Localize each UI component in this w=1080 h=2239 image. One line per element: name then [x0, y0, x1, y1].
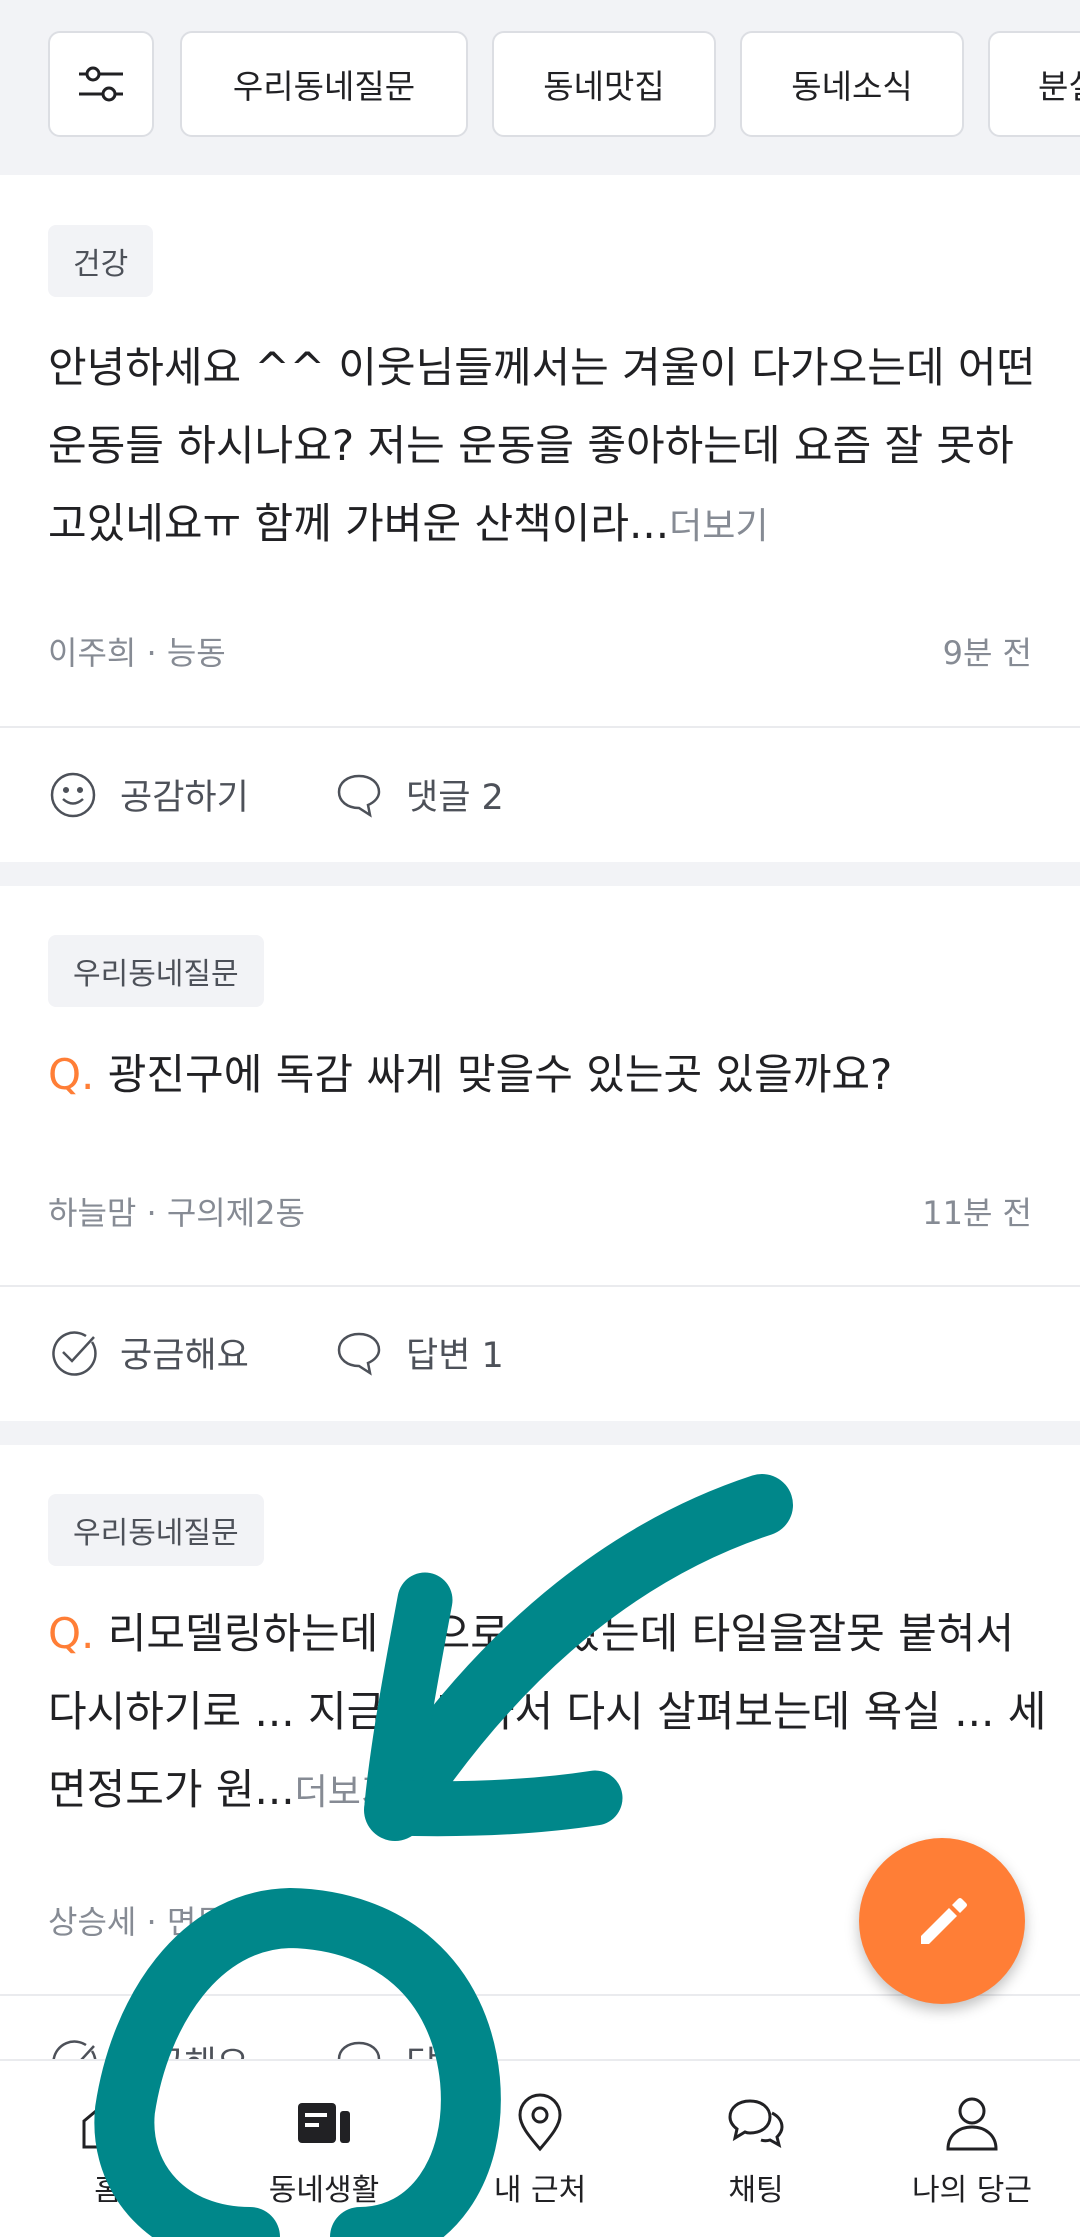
- post-location: 구의제2동: [166, 1194, 305, 1232]
- post-time: 11분 전: [922, 1194, 1032, 1232]
- post-body[interactable]: Q. 광진구에 독감 싸게 맞을수 있는곳 있을까요?: [48, 1036, 1048, 1114]
- post-location: 능동: [166, 634, 226, 672]
- post-card[interactable]: 우리동네질문 Q. 광진구에 독감 싸게 맞을수 있는곳 있을까요? 하늘맘 ·…: [0, 886, 1080, 1421]
- nav-nearby[interactable]: 내 근처: [432, 2061, 648, 2239]
- post-body[interactable]: Q. 리모델링하는데 ...으로 ...봤는데 타일을잘못 붙혀서 다시하기로 …: [48, 1595, 1048, 1832]
- curious-label: 궁금해요: [120, 2036, 249, 2059]
- answer-button[interactable]: 답변: [334, 2036, 470, 2059]
- post-body[interactable]: 안녕하세요 ^^ 이웃님들께서는 겨울이 다가오는데 어떤 운동들 하시나요? …: [48, 329, 1048, 566]
- nav-community[interactable]: 동네생활: [216, 2061, 432, 2239]
- nav-community-label: 동네생활: [268, 2173, 380, 2208]
- profile-icon: [946, 2097, 998, 2151]
- post-body-text: 안녕하세요 ^^ 이웃님들께서는 겨울이 다가오는데 어떤 운동들 하시나요? …: [48, 343, 1036, 548]
- post-meta: 이주희 · 능동: [48, 628, 226, 674]
- nav-chat[interactable]: 채팅: [648, 2061, 864, 2239]
- post-meta: 하늘맘 · 구의제2동: [48, 1188, 305, 1234]
- post-time: 9분 전: [942, 634, 1032, 672]
- sliders-icon: [79, 66, 123, 102]
- filter-chip-local-news[interactable]: 동네소식: [740, 31, 964, 137]
- post-location: 면목동: [166, 1903, 256, 1941]
- check-circle-icon: [52, 1330, 97, 1376]
- post-category-tag: 건강: [48, 225, 154, 297]
- meta-separator: ·: [146, 1194, 157, 1232]
- nav-home[interactable]: 홈: [0, 2061, 216, 2239]
- post-author: 상승세: [48, 1903, 137, 1941]
- filter-chip-lost-found[interactable]: 분실: [988, 31, 1080, 137]
- home-icon: [82, 2099, 134, 2149]
- meta-separator: ·: [146, 1903, 157, 1941]
- post-category-tag: 우리동네질문: [48, 1494, 264, 1566]
- post-body-text: 광진구에 독감 싸게 맞을수 있는곳 있을까요?: [107, 1050, 893, 1099]
- read-more-link[interactable]: 더보기: [669, 506, 768, 547]
- curious-button[interactable]: 궁금해요: [48, 1327, 249, 1378]
- like-button[interactable]: 공감하기: [48, 769, 249, 820]
- location-pin-icon: [518, 2093, 562, 2152]
- card-divider: [0, 726, 1080, 728]
- speech-bubble-icon: [337, 2041, 381, 2059]
- write-post-button[interactable]: [859, 1838, 1025, 2004]
- nav-chat-label: 채팅: [728, 2173, 784, 2208]
- nav-home-label: 홈: [94, 2173, 122, 2208]
- pencil-icon: [921, 1898, 967, 1944]
- category-filter-bar: 우리동네질문 동네맛집 동네소식 분실: [0, 0, 1080, 175]
- read-more-link[interactable]: 더보기: [295, 1772, 394, 1813]
- post-card[interactable]: 건강 안녕하세요 ^^ 이웃님들께서는 겨울이 다가오는데 어떤 운동들 하시나…: [0, 175, 1080, 862]
- post-separator: [0, 862, 1080, 886]
- card-divider: [0, 1285, 1080, 1287]
- post-category-tag: 우리동네질문: [48, 935, 264, 1007]
- check-circle-icon: [52, 2039, 97, 2059]
- filter-chip-neighborhood-question[interactable]: 우리동네질문: [180, 31, 468, 137]
- comment-button[interactable]: 댓글 2: [334, 769, 504, 820]
- question-prefix: Q.: [48, 1609, 95, 1658]
- bottom-navigation: 홈 동네생활 내 근처 채팅 나의 당근: [0, 2059, 1080, 2239]
- nav-my-profile-label: 나의 당근: [912, 2173, 1032, 2208]
- curious-button[interactable]: 궁금해요: [48, 2036, 249, 2059]
- curious-label: 궁금해요: [120, 1336, 249, 1376]
- like-label: 공감하기: [120, 778, 249, 818]
- nav-my-profile[interactable]: 나의 당근: [864, 2061, 1080, 2239]
- filter-chip-local-restaurants[interactable]: 동네맛집: [492, 31, 716, 137]
- answer-label: 답변 1: [406, 1336, 504, 1376]
- comment-label: 댓글 2: [406, 778, 504, 818]
- speech-bubble-icon: [337, 774, 381, 818]
- post-meta: 상승세 · 면목동: [48, 1897, 255, 1943]
- post-author: 하늘맘: [48, 1194, 137, 1232]
- chat-icon: [728, 2099, 784, 2148]
- post-separator: [0, 1421, 1080, 1445]
- question-prefix: Q.: [48, 1050, 95, 1099]
- answer-button[interactable]: 답변 1: [334, 1327, 504, 1378]
- post-author: 이주희: [48, 634, 137, 672]
- speech-bubble-icon: [337, 1332, 381, 1376]
- post-body-text: 리모델링하는데 ...으로 ...봤는데 타일을잘못 붙혀서 다시하기로 ...…: [48, 1609, 1047, 1814]
- smile-icon: [50, 772, 96, 817]
- nav-nearby-label: 내 근처: [493, 2173, 587, 2208]
- community-icon: [298, 2103, 350, 2143]
- meta-separator: ·: [146, 634, 157, 672]
- answer-label: 답변: [406, 2036, 470, 2059]
- filter-settings-button[interactable]: [48, 31, 154, 137]
